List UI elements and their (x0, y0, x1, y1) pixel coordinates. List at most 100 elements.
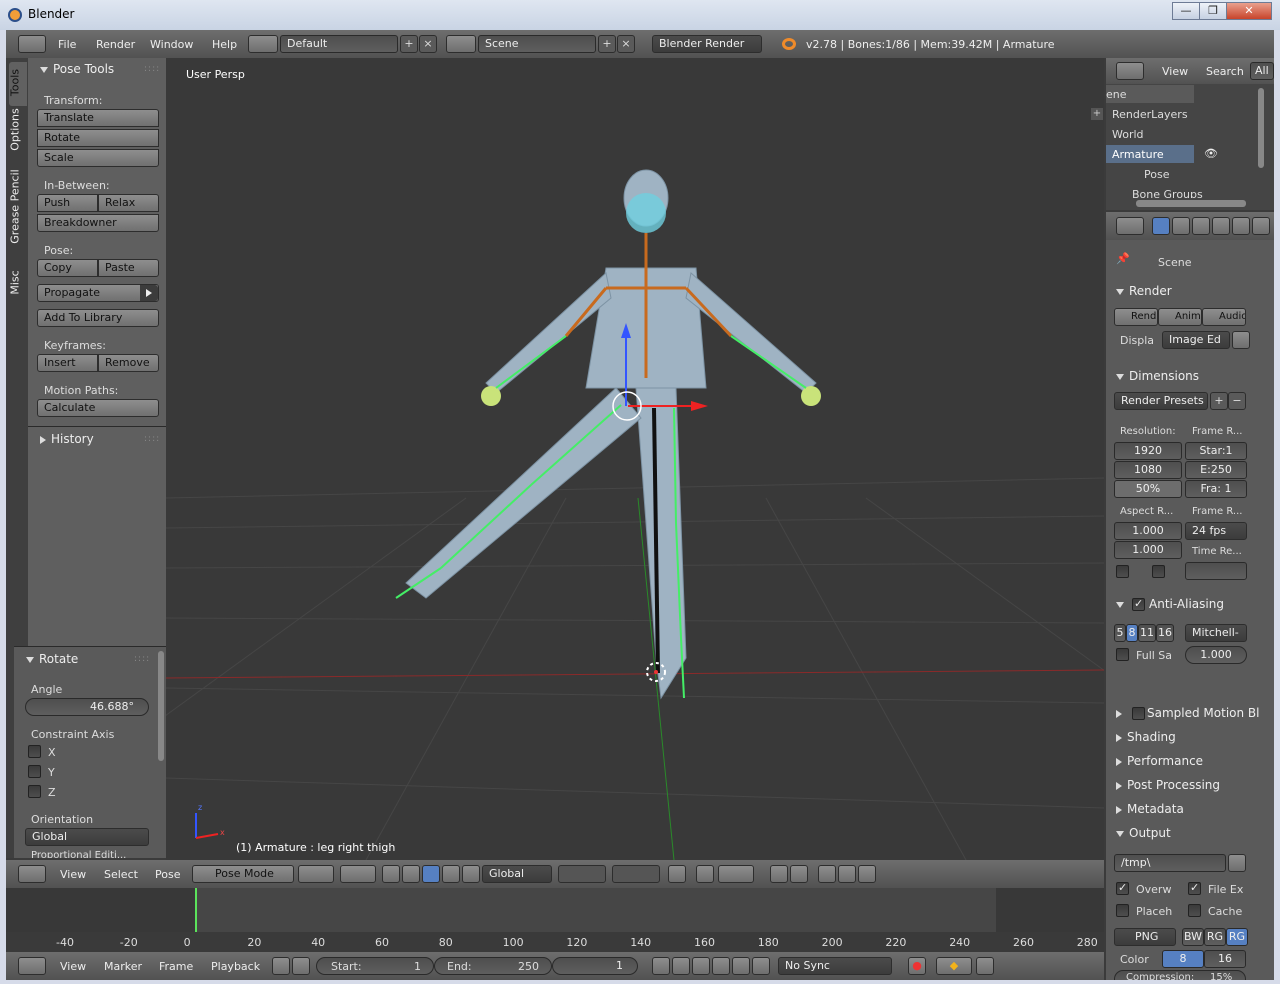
play-reverse-icon[interactable] (692, 957, 710, 975)
remove-keyframe-button[interactable]: Remove (98, 354, 159, 372)
world-context-icon[interactable] (1212, 217, 1230, 235)
full-sample-checkbox[interactable] (1116, 648, 1129, 661)
aa-samples-11[interactable]: 11 (1138, 624, 1156, 642)
frame-end-field[interactable]: E:250 (1185, 461, 1247, 479)
manipulator-toggle-icon[interactable] (382, 865, 400, 883)
resolution-y-field[interactable]: 1080 (1114, 461, 1182, 479)
scale-manipulator-icon[interactable] (442, 865, 460, 883)
render-engine-select[interactable]: Blender Render (652, 35, 762, 53)
object-context-icon[interactable] (1232, 217, 1250, 235)
aspect-x-field[interactable]: 1.000 (1114, 522, 1182, 540)
timeline[interactable]: -40 -20 0 20 40 60 80 100 120 140 160 180 200 220 240 2… (6, 888, 1104, 952)
viewport-plus-icon[interactable]: + (1091, 108, 1103, 120)
copy-pose-icon[interactable] (818, 865, 836, 883)
outliner-item-bone-groups[interactable]: Bone Groups (1132, 188, 1203, 198)
outliner-item-armature[interactable]: Armature (1112, 148, 1164, 161)
outliner-filter[interactable]: All (1250, 62, 1274, 80)
outliner-hscrollbar[interactable] (1136, 200, 1246, 207)
jump-start-icon[interactable] (652, 957, 670, 975)
cache-checkbox[interactable] (1188, 904, 1201, 917)
outliner-item-renderlayers[interactable]: RenderLayers (1112, 108, 1188, 121)
frame-step-field[interactable]: Fra: 1 (1185, 480, 1247, 498)
properties-editor-icon[interactable] (1116, 217, 1144, 235)
timeline-playback-menu[interactable]: Playback (211, 960, 260, 973)
timeline-editor-icon[interactable] (18, 957, 46, 975)
scene-field[interactable]: Scene (478, 35, 596, 53)
minimize-button[interactable]: — (1172, 2, 1200, 20)
proportional-icon[interactable] (696, 865, 714, 883)
pivot-icon[interactable] (340, 865, 376, 883)
tab-options[interactable]: Options (9, 102, 22, 158)
translate-manipulator-icon[interactable] (402, 865, 420, 883)
aa-filter-select[interactable]: Mitchell- (1185, 624, 1247, 642)
aa-samples-5[interactable]: 5 (1114, 624, 1126, 642)
relax-button[interactable]: Relax (98, 194, 159, 212)
antialiasing-panel-header[interactable]: Anti-Aliasing (1116, 597, 1224, 611)
paste-pose-icon[interactable] (838, 865, 856, 883)
audio-button[interactable]: Audio (1202, 308, 1246, 326)
tab-grease-pencil[interactable]: Grease Pencil (9, 159, 22, 255)
tab-misc[interactable]: Misc (9, 266, 22, 300)
dimensions-panel-header[interactable]: Dimensions (1116, 369, 1199, 383)
mode-select[interactable]: Pose Mode (192, 865, 294, 883)
display-select[interactable]: Image Ed (1162, 331, 1230, 349)
3d-viewport[interactable]: User Persp z x (1) Armature : leg right … (166, 58, 1104, 860)
remove-preset-icon[interactable]: − (1228, 392, 1246, 410)
render-context-icon[interactable] (1152, 217, 1170, 235)
filter-size-field[interactable]: 1.000 (1185, 646, 1247, 664)
color-depth-8[interactable]: 8 (1162, 950, 1204, 968)
insert-keyframe-button[interactable]: Insert (37, 354, 98, 372)
render-still-icon[interactable] (770, 865, 788, 883)
orientation-select[interactable]: Global (25, 828, 149, 846)
post-processing-header[interactable]: Post Processing (1116, 778, 1220, 792)
translate-button[interactable]: Translate (37, 109, 159, 127)
constraint-context-icon[interactable] (1252, 217, 1270, 235)
axis-z-checkbox[interactable] (28, 785, 41, 798)
scene-icon[interactable] (446, 35, 476, 53)
color-mode-rgb[interactable]: RG (1204, 928, 1226, 946)
menu-file[interactable]: File (58, 38, 76, 51)
overwrite-checkbox[interactable] (1116, 881, 1129, 895)
transform-orientation-select[interactable]: Global (482, 865, 552, 883)
keying-icon[interactable]: ◆ (936, 957, 972, 975)
axis-x-checkbox[interactable] (28, 745, 41, 758)
output-header[interactable]: Output (1116, 826, 1171, 840)
lock-interface-icon[interactable] (1232, 331, 1250, 349)
breakdowner-button[interactable]: Breakdowner (37, 214, 159, 232)
jump-end-icon[interactable] (752, 957, 770, 975)
render-panel-header[interactable]: Render (1116, 284, 1172, 298)
close-button[interactable]: ✕ (1226, 2, 1272, 20)
start-frame-field[interactable]: Start: 1 (316, 957, 434, 975)
scene-context-icon[interactable] (1192, 217, 1210, 235)
view3d-editor-icon[interactable] (18, 865, 46, 883)
scale-button[interactable]: Scale (37, 149, 159, 167)
layout-field[interactable]: Default (280, 35, 398, 53)
layers-grid-2[interactable] (612, 865, 660, 883)
outliner-item-scene[interactable]: ene (1106, 88, 1127, 101)
propagate-menu-icon[interactable] (140, 285, 158, 301)
maximize-button[interactable]: ❐ (1199, 2, 1227, 20)
menu-render[interactable]: Render (96, 38, 135, 51)
resolution-percent-field[interactable]: 50% (1114, 480, 1182, 498)
menu-help[interactable]: Help (212, 38, 237, 51)
folder-icon[interactable] (1228, 854, 1246, 872)
render-presets-select[interactable]: Render Presets (1114, 392, 1208, 410)
view-menu[interactable]: View (60, 868, 86, 881)
copy-button[interactable]: Copy (37, 259, 98, 277)
keying-set-icon[interactable] (976, 957, 994, 975)
rotate-button[interactable]: Rotate (37, 129, 159, 147)
crop-checkbox[interactable] (1152, 565, 1165, 578)
add-preset-icon[interactable]: + (1210, 392, 1228, 410)
shading-header[interactable]: Shading (1116, 730, 1176, 744)
menu-window[interactable]: Window (150, 38, 193, 51)
outliner-item-world[interactable]: World (1112, 128, 1144, 141)
prev-keyframe-icon[interactable] (672, 957, 690, 975)
aa-samples-8[interactable]: 8 (1126, 624, 1138, 642)
frame-start-field[interactable]: Star:1 (1185, 442, 1247, 460)
current-frame-field[interactable]: 1 (552, 957, 638, 975)
panel-grip-icon[interactable]: :::: (144, 64, 160, 74)
manipulator-extra-icon[interactable] (462, 865, 480, 883)
time-lock-icon[interactable] (292, 957, 310, 975)
lock-layers-icon[interactable] (668, 865, 686, 883)
end-frame-field[interactable]: End: 250 (434, 957, 552, 975)
